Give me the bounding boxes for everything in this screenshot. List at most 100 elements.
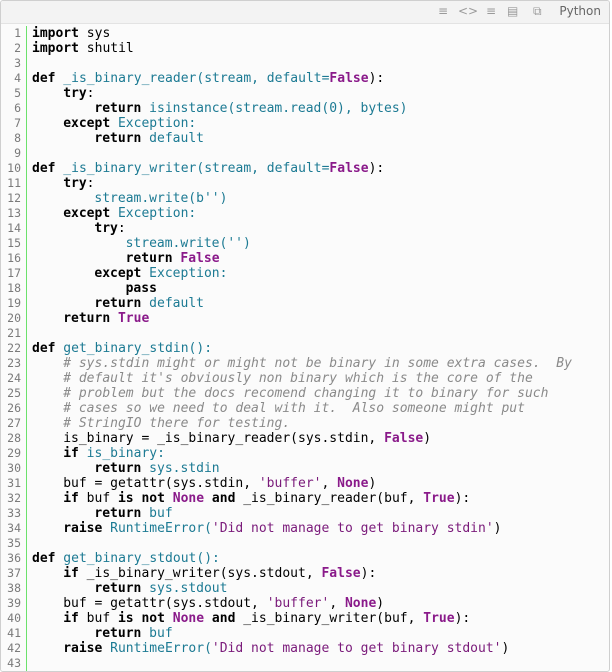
comment-token: # cases so we need to deal with it. Also… <box>63 401 525 416</box>
code-token: if <box>63 446 79 461</box>
line-number: 17 <box>7 266 21 280</box>
code-text: import sys <box>32 26 110 41</box>
line-number: 4 <box>14 71 21 85</box>
code-text: return buf <box>32 506 172 521</box>
code-line: 43 <box>1 656 609 671</box>
code-token: return <box>125 251 173 266</box>
code-text: return False <box>32 251 220 266</box>
copy-icon[interactable]: ▤ <box>507 4 518 18</box>
code-token: return <box>94 131 142 146</box>
code-line: 16 return False <box>1 251 609 266</box>
code-token: , <box>329 596 345 611</box>
code-line: 37 if _is_binary_writer(sys.stdout, False… <box>1 566 609 581</box>
code-line: 24 # default it's obviously non binary wh… <box>1 371 609 386</box>
line-number: 38 <box>7 581 21 595</box>
view-source-icon[interactable]: <> <box>458 4 478 18</box>
code-token: default <box>141 131 204 146</box>
code-token: Exception: <box>110 116 197 131</box>
code-line: 11 try: <box>1 176 609 191</box>
line-number: 24 <box>7 371 21 385</box>
code-text: def get_binary_stdin(): <box>32 341 212 356</box>
code-token: ) <box>368 476 377 491</box>
code-text: def _is_binary_writer(stream, default=Fa… <box>32 161 384 176</box>
code-text: buf = getattr(sys.stdout, 'buffer', None… <box>32 596 384 611</box>
code-text: import shutil <box>32 41 134 56</box>
line-number: 27 <box>7 416 21 430</box>
code-token: return <box>94 296 142 311</box>
code-token: None <box>172 611 205 626</box>
code-token: None <box>172 491 205 506</box>
code-token: raise <box>63 521 103 536</box>
code-token: try <box>94 221 118 236</box>
code-line: 9 <box>1 146 609 161</box>
menu-icon-2[interactable]: ≡ <box>486 4 496 18</box>
code-token: shutil <box>78 41 134 56</box>
code-token: raise <box>63 641 103 656</box>
code-text: buf = getattr(sys.stdin, 'buffer', None) <box>32 476 376 491</box>
code-line: 34 raise RuntimeError('Did not manage to … <box>1 521 609 536</box>
code-token: None <box>337 476 369 491</box>
code-token: return <box>94 581 142 596</box>
code-token: def <box>32 71 56 86</box>
line-number: 22 <box>7 341 21 355</box>
code-token: return <box>94 101 142 116</box>
line-number: 37 <box>7 566 21 580</box>
code-line: 32 if buf is not None and _is_binary_read… <box>1 491 609 506</box>
code-token: return <box>63 311 111 326</box>
line-number: 43 <box>7 656 21 670</box>
code-text: except Exception: <box>32 266 227 281</box>
code-token: ) <box>501 641 510 656</box>
code-line: 6 return isinstance(stream.read(0), bytes… <box>1 101 609 116</box>
code-token: False <box>329 161 369 176</box>
comment-token: # problem but the docs recomend changing… <box>63 386 549 401</box>
code-token: False <box>384 431 424 446</box>
code-line: 1 import sys <box>1 26 609 41</box>
code-text: return sys.stdin <box>32 461 219 476</box>
code-token: is_binary: <box>78 446 165 461</box>
code-token: True <box>423 611 455 626</box>
code-text: return True <box>32 311 149 326</box>
line-number: 31 <box>7 476 21 490</box>
code-text: if buf is not None and _is_binary_writer… <box>32 611 470 626</box>
menu-icon[interactable]: ≡ <box>438 4 448 18</box>
code-line: 42 raise RuntimeError('Did not manage to … <box>1 641 609 656</box>
language-label: Python <box>559 4 601 18</box>
code-line: 31 buf = getattr(sys.stdin, 'buffer', Non… <box>1 476 609 491</box>
line-number: 8 <box>14 131 21 145</box>
code-line: 14 try: <box>1 221 609 236</box>
code-line: 23 # sys.stdin might or might not be bina… <box>1 356 609 371</box>
line-number: 20 <box>7 311 21 325</box>
line-number: 42 <box>7 641 21 655</box>
code-token: _is_binary_writer(buf, <box>235 611 424 626</box>
code-token: stream.write(b'') <box>94 191 228 206</box>
code-token: isinstance(stream.read(0), bytes) <box>141 101 408 116</box>
code-toolbar: ≡ <> ≡ ▤ ⧉ Python <box>1 1 609 24</box>
code-token: False <box>321 566 361 581</box>
code-text: return sys.stdout <box>32 581 227 596</box>
line-number: 10 <box>7 161 21 175</box>
code-line: 15 stream.write('') <box>1 236 609 251</box>
code-token: except <box>94 266 142 281</box>
code-token: RuntimeError( <box>102 641 212 656</box>
code-token: _is_binary_writer(sys.stdout, <box>78 566 322 581</box>
code-line: 33 return buf <box>1 506 609 521</box>
line-number: 21 <box>7 326 21 340</box>
code-token: if <box>63 491 79 506</box>
code-token: _is_binary_reader(stream, default= <box>55 71 330 86</box>
code-text: if is_binary: <box>32 446 165 461</box>
code-area[interactable]: 1 import sys 2 import shutil 3 4 def _is_binar… <box>1 26 609 671</box>
code-token: ) <box>376 596 385 611</box>
line-number: 34 <box>7 521 21 535</box>
code-token: buf = getattr(sys.stdin, <box>63 476 259 491</box>
comment-token: # sys.stdin might or might not be binary… <box>63 356 572 371</box>
code-token: True <box>110 311 150 326</box>
code-token: 'buffer' <box>258 476 322 491</box>
code-token: ): <box>454 611 471 626</box>
code-text: def get_binary_stdout(): <box>32 551 220 566</box>
popup-icon[interactable]: ⧉ <box>533 4 542 18</box>
code-text: # default it's obviously non binary whic… <box>32 371 533 386</box>
code-token: try <box>63 86 87 101</box>
code-line: 25 # problem but the docs recomend changi… <box>1 386 609 401</box>
line-number: 41 <box>7 626 21 640</box>
code-token: default <box>141 296 204 311</box>
